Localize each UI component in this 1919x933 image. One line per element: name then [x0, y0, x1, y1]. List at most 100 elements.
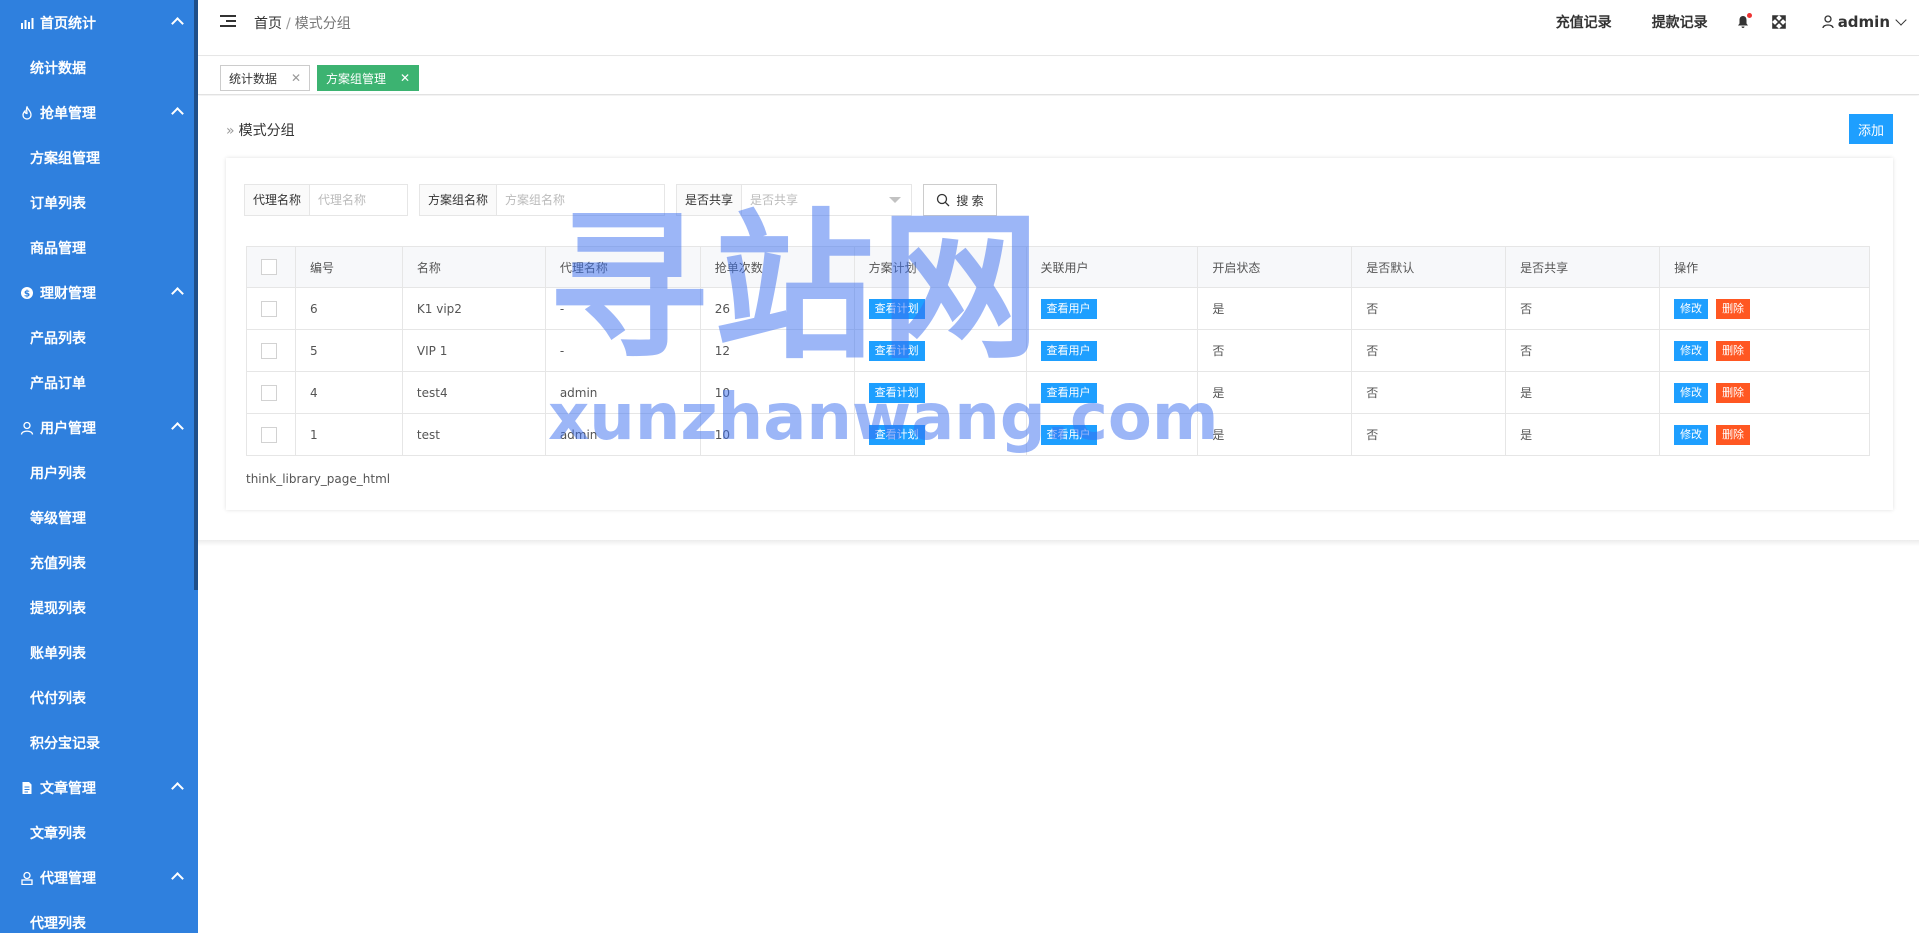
- view-users-button[interactable]: 查看用户: [1040, 424, 1097, 445]
- status-cell: 是: [1197, 413, 1353, 456]
- sidebar-group[interactable]: 抢单管理: [0, 90, 198, 135]
- sidebar-item[interactable]: 方案组管理: [0, 135, 198, 180]
- chevron-up-icon: [171, 872, 184, 885]
- row-checkbox[interactable]: [261, 426, 277, 443]
- sidebar-item[interactable]: 订单列表: [0, 180, 198, 225]
- delete-button[interactable]: 删除: [1716, 298, 1751, 319]
- chevron-down-icon[interactable]: [889, 197, 901, 203]
- table-card: 代理名称 代理名称 方案组名称 方案组名称 是否共享 是否共享 搜 索 编号 名称…: [226, 158, 1893, 510]
- user-menu[interactable]: admin: [1822, 13, 1907, 31]
- name-cell: test4: [401, 371, 546, 414]
- view-plan-button[interactable]: 查看计划: [868, 382, 925, 403]
- page-title: » 模式分组: [226, 123, 295, 139]
- sidebar-item[interactable]: 用户列表: [0, 450, 198, 495]
- breadcrumb: 首页 / 模式分组: [254, 13, 351, 33]
- view-users-button[interactable]: 查看用户: [1040, 340, 1097, 361]
- view-users-button[interactable]: 查看用户: [1040, 382, 1097, 403]
- edit-button[interactable]: 修改: [1674, 340, 1709, 361]
- id-cell: 1: [294, 413, 403, 456]
- sidebar-item[interactable]: 产品订单: [0, 360, 198, 405]
- edit-button[interactable]: 修改: [1674, 382, 1709, 403]
- actions-cell: 修改 删除: [1659, 371, 1870, 414]
- breadcrumb-home[interactable]: 首页: [254, 16, 282, 32]
- table-header-row: 编号 名称 代理名称 抢单次数 方案计划 关联用户 开启状态 是否默认 是否共享 操作: [246, 246, 1870, 288]
- view-plan-button[interactable]: 查看计划: [868, 298, 925, 319]
- sidebar-item[interactable]: 积分宝记录: [0, 720, 198, 765]
- sidebar-group[interactable]: 首页统计: [0, 0, 198, 45]
- agent-name-filter: 代理名称 代理名称: [244, 184, 408, 216]
- select-all-checkbox[interactable]: [261, 259, 277, 275]
- agent-cell: -: [544, 287, 701, 330]
- sidebar-group[interactable]: $ 理财管理: [0, 270, 198, 315]
- sidebar-item[interactable]: 文章列表: [0, 810, 198, 855]
- table-row: 5 VIP 1-12 查看计划 查看用户否否否修改 删除: [246, 329, 1870, 372]
- bell-icon[interactable]: [1736, 13, 1752, 29]
- fullscreen-icon[interactable]: [1771, 15, 1786, 29]
- status-cell: 是: [1197, 287, 1353, 330]
- add-button[interactable]: 添加: [1849, 114, 1893, 144]
- recharge-record-link[interactable]: 充值记录: [1556, 12, 1612, 32]
- search-label: 搜 索: [956, 193, 984, 208]
- content-divider: [198, 540, 1919, 546]
- tab-statistics[interactable]: 统计数据 ✕: [220, 65, 311, 91]
- checkbox-cell: [246, 371, 296, 414]
- menu-toggle-icon[interactable]: [220, 15, 236, 29]
- shared-cell: 否: [1505, 329, 1661, 372]
- agent-cell: admin: [544, 413, 701, 456]
- breadcrumb-current: 模式分组: [294, 16, 351, 32]
- share-select[interactable]: 是否共享: [742, 185, 911, 215]
- edit-button[interactable]: 修改: [1674, 424, 1709, 445]
- close-icon[interactable]: ✕: [400, 71, 410, 85]
- scheme-group-table: 编号 名称 代理名称 抢单次数 方案计划 关联用户 开启状态 是否默认 是否共享 操作 6 K1 v…: [246, 246, 1870, 456]
- edit-button[interactable]: 修改: [1674, 298, 1709, 319]
- column-header: 代理名称: [544, 246, 701, 288]
- sidebar-item[interactable]: 代理列表: [0, 900, 198, 933]
- sidebar-item[interactable]: 账单列表: [0, 630, 198, 675]
- sidebar-item[interactable]: 代付列表: [0, 675, 198, 720]
- chevron-up-icon: [171, 422, 184, 435]
- actions-cell: 修改 删除: [1659, 329, 1870, 372]
- default-cell: 否: [1351, 287, 1507, 330]
- table-row: 6 K1 vip2-26 查看计划 查看用户是否否修改 删除: [246, 287, 1870, 330]
- row-checkbox[interactable]: [261, 384, 277, 401]
- view-plan-button[interactable]: 查看计划: [868, 424, 925, 445]
- shared-cell: 否: [1505, 287, 1661, 330]
- column-header: 操作: [1659, 246, 1870, 288]
- header-actions: 充值记录 提款记录 admin: [1556, 0, 1919, 44]
- sidebar-item[interactable]: 等级管理: [0, 495, 198, 540]
- agent-name-input[interactable]: 代理名称: [310, 185, 366, 215]
- count-cell: 12: [699, 329, 855, 372]
- actions-cell: 修改 删除: [1659, 413, 1870, 456]
- user-icon: [20, 421, 40, 435]
- sidebar-group[interactable]: 用户管理: [0, 405, 198, 450]
- withdraw-record-link[interactable]: 提款记录: [1652, 12, 1708, 32]
- tab-scheme-group[interactable]: 方案组管理 ✕: [317, 65, 420, 91]
- sidebar-item[interactable]: 提现列表: [0, 585, 198, 630]
- view-users-button[interactable]: 查看用户: [1040, 298, 1097, 319]
- plan-cell: 查看计划: [853, 287, 1027, 330]
- delete-button[interactable]: 删除: [1716, 424, 1751, 445]
- sidebar-group[interactable]: 文章管理: [0, 765, 198, 810]
- sidebar-item[interactable]: 产品列表: [0, 315, 198, 360]
- agent-name-label: 代理名称: [245, 185, 311, 215]
- sidebar-item[interactable]: 充值列表: [0, 540, 198, 585]
- search-button[interactable]: 搜 索: [923, 184, 997, 216]
- view-plan-button[interactable]: 查看计划: [868, 340, 925, 361]
- sidebar-group-label: 首页统计: [40, 15, 96, 32]
- delete-button[interactable]: 删除: [1716, 340, 1751, 361]
- scheme-group-input[interactable]: 方案组名称: [497, 185, 565, 215]
- status-cell: 是: [1197, 371, 1353, 414]
- close-icon[interactable]: ✕: [291, 71, 301, 85]
- sidebar-item[interactable]: 商品管理: [0, 225, 198, 270]
- bar-chart-icon: [20, 16, 40, 30]
- row-checkbox[interactable]: [261, 300, 277, 317]
- document-icon: [20, 781, 40, 795]
- row-checkbox[interactable]: [261, 342, 277, 359]
- column-header: 编号: [294, 246, 403, 288]
- users-cell: 查看用户: [1025, 413, 1199, 456]
- chevron-up-icon: [171, 107, 184, 120]
- sidebar-group[interactable]: 代理管理: [0, 855, 198, 900]
- sidebar-item[interactable]: 统计数据: [0, 45, 198, 90]
- column-header: 关联用户: [1025, 246, 1199, 288]
- delete-button[interactable]: 删除: [1716, 382, 1751, 403]
